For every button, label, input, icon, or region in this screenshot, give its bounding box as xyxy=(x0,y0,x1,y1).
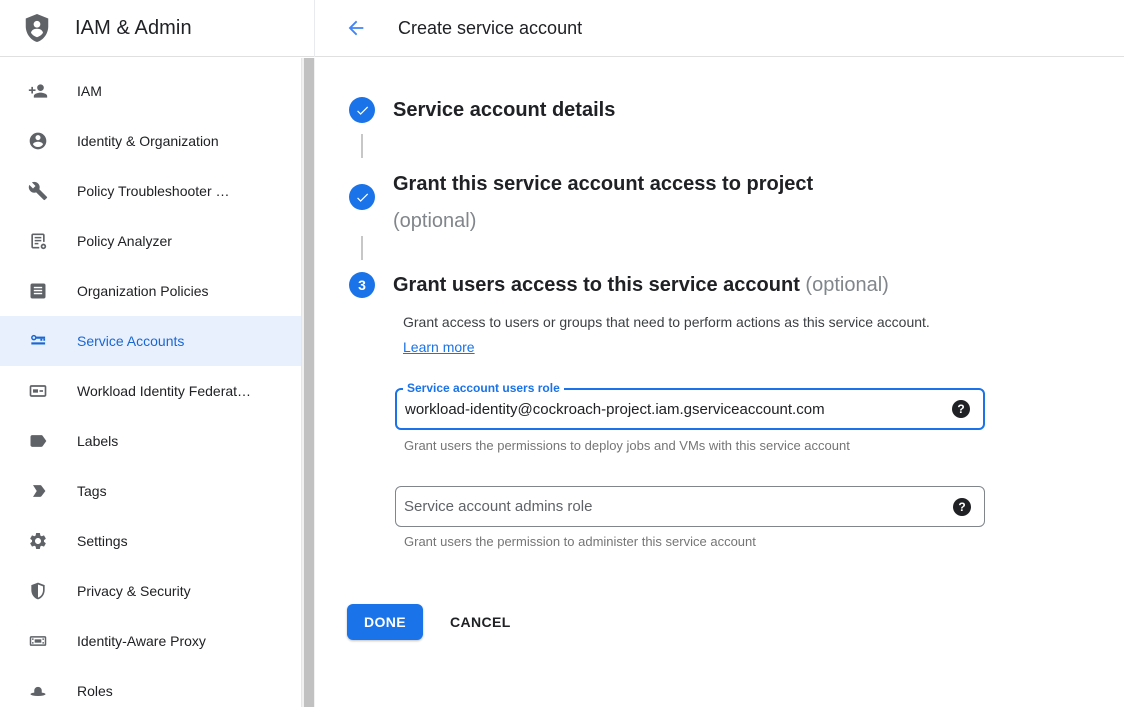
sidebar-scrollbar-thumb[interactable] xyxy=(304,58,314,707)
sidebar-item-label: Identity-Aware Proxy xyxy=(77,633,206,649)
service-account-key-icon xyxy=(28,331,48,351)
page-title: Create service account xyxy=(398,0,582,57)
step2-title: Grant this service account access to pro… xyxy=(393,168,813,201)
step1-done-check-icon xyxy=(349,97,375,123)
sidebar-nav: IAM Identity & Organization Policy Troub… xyxy=(0,58,301,707)
sidebar-item-iam[interactable]: IAM xyxy=(0,66,301,116)
sidebar-item-labels[interactable]: Labels xyxy=(0,416,301,466)
sidebar-item-privacy-security[interactable]: Privacy & Security xyxy=(0,566,301,616)
person-add-icon xyxy=(28,81,48,101)
card-icon xyxy=(28,381,48,401)
proxy-icon xyxy=(28,631,48,651)
sidebar-item-settings[interactable]: Settings xyxy=(0,516,301,566)
sidebar-item-organization-policies[interactable]: Organization Policies xyxy=(0,266,301,316)
sidebar-item-label: Settings xyxy=(77,533,128,549)
back-arrow-icon xyxy=(345,17,367,39)
label-icon xyxy=(28,431,48,451)
step-connector xyxy=(361,236,363,260)
users-role-help-icon[interactable]: ? xyxy=(952,400,970,418)
hat-icon xyxy=(28,681,48,701)
step-connector xyxy=(361,134,363,158)
iam-admin-console: IAM & Admin Create service account IAM I… xyxy=(0,0,1124,707)
create-service-account-wizard: Service account details Grant this servi… xyxy=(315,58,1124,707)
top-bar: IAM & Admin Create service account xyxy=(0,0,1124,57)
sidebar-item-identity-aware-proxy[interactable]: Identity-Aware Proxy xyxy=(0,616,301,666)
sidebar-scrollbar-track xyxy=(301,58,315,707)
tag-arrow-icon xyxy=(28,481,48,501)
sidebar-item-workload-identity-federation[interactable]: Workload Identity Federat… xyxy=(0,366,301,416)
sidebar-item-label: Service Accounts xyxy=(77,333,184,349)
sidebar-item-policy-analyzer[interactable]: Policy Analyzer xyxy=(0,216,301,266)
sidebar-item-label: IAM xyxy=(77,83,102,99)
gear-icon xyxy=(28,531,48,551)
account-circle-icon xyxy=(28,131,48,151)
app-title: IAM & Admin xyxy=(75,17,192,40)
users-role-field: Service account users role ? xyxy=(395,388,985,430)
sidebar-item-label: Tags xyxy=(77,483,107,499)
done-button[interactable]: DONE xyxy=(347,604,423,640)
sidebar-item-label: Organization Policies xyxy=(77,283,209,299)
shield-icon xyxy=(28,581,48,601)
users-role-helper-text: Grant users the permissions to deploy jo… xyxy=(404,438,850,453)
cancel-button[interactable]: CANCEL xyxy=(450,604,511,640)
document-gear-icon xyxy=(28,231,48,251)
wrench-icon xyxy=(28,181,48,201)
app-header: IAM & Admin xyxy=(0,0,315,57)
step1-title: Service account details xyxy=(393,97,615,123)
list-box-icon xyxy=(28,281,48,301)
admins-role-help-icon[interactable]: ? xyxy=(953,498,971,516)
admins-role-input[interactable] xyxy=(396,487,984,526)
sidebar-item-label: Workload Identity Federat… xyxy=(77,383,251,399)
step3-optional-label: (optional) xyxy=(805,274,888,296)
admins-role-field: ? xyxy=(395,486,985,527)
users-role-input[interactable] xyxy=(397,390,983,428)
sidebar-item-identity-organization[interactable]: Identity & Organization xyxy=(0,116,301,166)
iam-shield-icon xyxy=(22,11,52,47)
sidebar-item-label: Policy Troubleshooter … xyxy=(77,183,230,199)
sidebar-item-label: Privacy & Security xyxy=(77,583,191,599)
step2-done-check-icon xyxy=(349,184,375,210)
sidebar-item-policy-troubleshooter[interactable]: Policy Troubleshooter … xyxy=(0,166,301,216)
sidebar-item-roles[interactable]: Roles xyxy=(0,666,301,707)
step2-optional-label: (optional) xyxy=(393,205,476,238)
step3-number-badge: 3 xyxy=(349,272,375,298)
sidebar-item-tags[interactable]: Tags xyxy=(0,466,301,516)
admins-role-helper-text: Grant users the permission to administer… xyxy=(404,534,756,549)
sidebar-item-label: Identity & Organization xyxy=(77,133,219,149)
sidebar-item-label: Roles xyxy=(77,683,113,699)
back-button[interactable] xyxy=(338,10,374,46)
sidebar-item-service-accounts[interactable]: Service Accounts xyxy=(0,316,301,366)
step3-number: 3 xyxy=(358,277,366,293)
learn-more-link[interactable]: Learn more xyxy=(403,339,475,355)
step3-description: Grant access to users or groups that nee… xyxy=(403,310,948,360)
step3-title: Grant users access to this service accou… xyxy=(393,272,889,298)
sidebar-item-label: Policy Analyzer xyxy=(77,233,172,249)
sidebar-item-label: Labels xyxy=(77,433,118,449)
